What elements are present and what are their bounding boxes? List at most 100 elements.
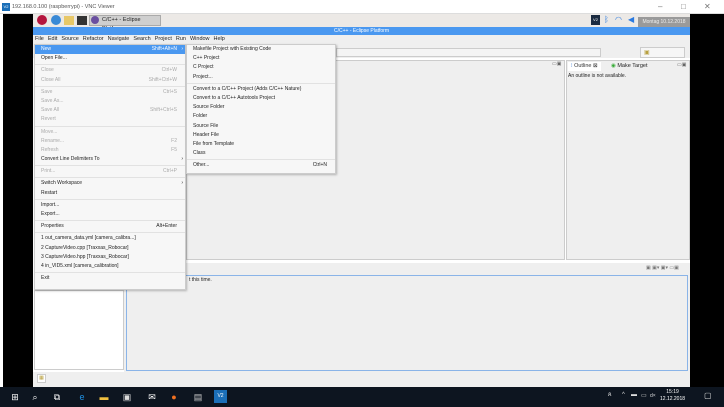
new-menu-item-header-file[interactable]: Header File xyxy=(187,131,335,140)
menu-item-label: Folder xyxy=(193,113,208,120)
new-menu-item-project[interactable]: Project... xyxy=(187,73,335,82)
menu-item-label: Convert Line Delimiters To xyxy=(41,156,100,163)
tray-chevron-icon[interactable]: ^ xyxy=(622,392,625,398)
menu-separator xyxy=(35,272,185,274)
file-menu-item-save-as[interactable]: Save As... xyxy=(35,97,185,106)
file-menu-item-3-capturevideo-hpp-traxxas-robocar[interactable]: 3 CaptureVideo.hpp [Traxxas_Robocar] xyxy=(35,253,185,262)
minimize-maximize-icon[interactable]: ▭▣ xyxy=(552,61,561,67)
menu-separator xyxy=(35,198,185,200)
file-menu-item-2-capturevideo-cpp-traxxas-robocar[interactable]: 2 CaptureVideo.cpp [Traxxas_Robocar] xyxy=(35,244,185,253)
file-menu-item-convert-line-delimiters-to[interactable]: Convert Line Delimiters To › xyxy=(35,155,185,164)
new-menu-item-other[interactable]: Other... Ctrl+N xyxy=(187,161,335,170)
minimize-maximize-icon[interactable]: ▭▣ xyxy=(677,62,686,68)
tab-outline[interactable]: ⁞ Outline ⊠ xyxy=(568,62,601,71)
file-menu-item-properties[interactable]: Properties Alt+Enter xyxy=(35,222,185,231)
file-menu-item-rename[interactable]: Rename... F2 xyxy=(35,137,185,146)
maximize-button[interactable]: □ xyxy=(681,2,686,11)
console-toolbar-icons[interactable]: ▣ ▣▾ ▣▾ ▭▣ xyxy=(646,265,679,271)
people-icon[interactable]: ጸ xyxy=(608,392,612,399)
menu-separator xyxy=(35,64,185,66)
file-menu-item-save-all[interactable]: Save All Shift+Ctrl+S xyxy=(35,106,185,115)
menu-file[interactable]: File xyxy=(35,35,44,44)
menu-window[interactable]: Window xyxy=(190,35,210,44)
new-menu-item-source-folder[interactable]: Source Folder xyxy=(187,103,335,112)
file-menu-item-switch-workspace[interactable]: Switch Workspace › xyxy=(35,179,185,188)
file-menu-item-exit[interactable]: Exit xyxy=(35,274,185,283)
menu-navigate[interactable]: Navigate xyxy=(108,35,130,44)
menu-search[interactable]: Search xyxy=(133,35,150,44)
app-icon[interactable]: ▤ xyxy=(191,389,205,405)
menu-run[interactable]: Run xyxy=(176,35,186,44)
file-menu-item-open-file[interactable]: Open File... xyxy=(35,54,185,63)
new-menu-item-file-from-template[interactable]: File from Template xyxy=(187,140,335,149)
clock[interactable]: 15:19 12.12.2018 xyxy=(660,389,685,403)
raspberry-menu-icon[interactable] xyxy=(37,15,47,25)
file-menu-item-new[interactable]: New Shift+Alt+N › xyxy=(35,45,185,55)
edge-icon[interactable]: e xyxy=(75,389,89,405)
fast-view-icon[interactable]: ▦ xyxy=(37,374,46,383)
menu-help[interactable]: Help xyxy=(214,35,225,44)
windows-start-icon[interactable]: ⊞ xyxy=(8,389,22,405)
store-icon[interactable]: ▣ xyxy=(120,389,134,405)
file-menu-item-export[interactable]: Export... xyxy=(35,210,185,219)
new-menu-item-c-project[interactable]: C Project xyxy=(187,63,335,72)
file-menu-item-restart[interactable]: Restart xyxy=(35,189,185,198)
bluetooth-icon[interactable]: ᛒ xyxy=(604,15,609,24)
outline-message: An outline is not available. xyxy=(568,73,627,79)
menu-item-shortcut: F5 xyxy=(171,146,177,153)
file-menu-item-1-out-camera-data-yml-camera-calibra[interactable]: 1 out_camera_data.yml [camera_calibra...… xyxy=(35,234,185,243)
search-icon[interactable]: ⌕ xyxy=(28,389,42,405)
eclipse-menu-bar: File Edit Source Refactor Navigate Searc… xyxy=(33,35,690,44)
wifi-icon[interactable]: ◠ xyxy=(615,15,622,24)
file-menu-item-4-in-vid5-xml-camera-calibration[interactable]: 4 in_VID5.xml [camera_calibration] xyxy=(35,262,185,271)
vnc-viewer-taskbar-icon[interactable]: V2 xyxy=(214,390,227,403)
file-explorer-icon[interactable]: ▬ xyxy=(97,389,111,405)
menu-item-shortcut: Shift+Alt+N xyxy=(151,46,177,52)
volume-icon[interactable]: ◀ xyxy=(628,15,634,24)
new-menu-item-class[interactable]: Class xyxy=(187,149,335,158)
quick-access-input[interactable] xyxy=(336,48,601,57)
close-button[interactable]: ✕ xyxy=(704,2,711,11)
menu-edit[interactable]: Edit xyxy=(48,35,57,44)
new-menu-item-makefile-project-with-existing-code[interactable]: Makefile Project with Existing Code xyxy=(187,45,335,54)
mail-icon[interactable]: ✉ xyxy=(145,389,159,405)
firefox-icon[interactable]: ● xyxy=(167,389,181,405)
new-menu-item-convert-to-a-c-c-autotools-project[interactable]: Convert to a C/C++ Autotools Project xyxy=(187,94,335,103)
new-menu-item-folder[interactable]: Folder xyxy=(187,112,335,121)
menu-item-label: Restart xyxy=(41,189,58,196)
file-menu-item-move[interactable]: Move... xyxy=(35,128,185,137)
menu-item-label: Refresh xyxy=(41,146,59,153)
file-menu-item-refresh[interactable]: Refresh F5 xyxy=(35,146,185,155)
file-menu-item-revert[interactable]: Revert xyxy=(35,115,185,124)
battery-icon[interactable]: ▬ xyxy=(631,392,637,398)
taskbar-eclipse-task[interactable]: C/C++ - Eclipse Platfo... xyxy=(89,15,161,32)
notifications-icon[interactable]: ▢ xyxy=(704,391,712,400)
web-browser-icon[interactable] xyxy=(51,15,61,25)
new-menu-item-convert-to-a-c-c-project-adds-c-c-nature[interactable]: Convert to a C/C++ Project (Adds C/C++ N… xyxy=(187,85,335,94)
new-menu-item-c-project[interactable]: C++ Project xyxy=(187,54,335,63)
terminal-icon[interactable] xyxy=(77,16,87,25)
menu-source[interactable]: Source xyxy=(61,35,78,44)
menu-item-label: Properties xyxy=(41,223,64,230)
menu-item-label: Other... xyxy=(193,162,210,169)
menu-refactor[interactable]: Refactor xyxy=(83,35,104,44)
new-menu-item-source-file[interactable]: Source File xyxy=(187,122,335,131)
network-icon[interactable]: ▭ xyxy=(641,392,647,399)
file-menu: New Shift+Alt+N › Open File... Close Ctrl+W Cl… xyxy=(34,44,186,290)
file-menu-item-save[interactable]: Save Ctrl+S xyxy=(35,88,185,97)
volume-muted-icon[interactable]: d× xyxy=(650,393,656,399)
menu-separator xyxy=(187,159,335,161)
vnc-server-icon[interactable]: V2 xyxy=(591,15,600,25)
menu-separator xyxy=(35,85,185,87)
task-view-icon[interactable]: ⧉ xyxy=(50,389,64,405)
file-menu-item-import[interactable]: Import... xyxy=(35,201,185,210)
file-menu-item-print[interactable]: Print... Ctrl+P xyxy=(35,167,185,176)
file-menu-item-close[interactable]: Close Ctrl+W xyxy=(35,66,185,75)
project-explorer-panel xyxy=(34,290,124,370)
menu-item-label: Save As... xyxy=(41,97,64,104)
minimize-button[interactable]: – xyxy=(658,2,662,11)
tab-make-target[interactable]: ◉ Make Target xyxy=(611,62,648,71)
menu-project[interactable]: Project xyxy=(155,35,172,44)
file-manager-icon[interactable] xyxy=(64,16,74,25)
file-menu-item-close-all[interactable]: Close All Shift+Ctrl+W xyxy=(35,76,185,85)
